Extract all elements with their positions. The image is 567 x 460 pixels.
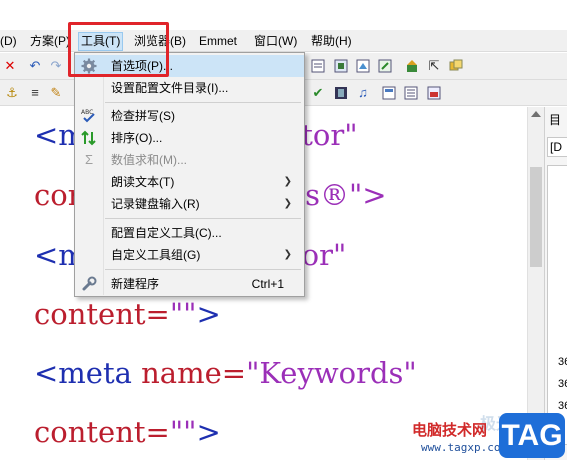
side-panel: 目 [D 36 36 36 — [544, 107, 567, 460]
menu-item-read-aloud[interactable]: 朗读文本(T) ❯ — [75, 171, 304, 193]
menu-item-tools[interactable]: 工具(T) — [78, 32, 124, 51]
check-icon[interactable]: ✔ — [310, 85, 326, 101]
watermark-site-name: 电脑技术网 — [412, 421, 488, 439]
toolbar-icon-4[interactable] — [377, 58, 393, 74]
submenu-arrow-icon: ❯ — [283, 198, 292, 209]
menu-item-help[interactable]: 帮助(H) — [311, 33, 352, 50]
menu-item-window[interactable]: 窗口(W) — [254, 33, 297, 50]
scrollbar-thumb[interactable] — [530, 167, 542, 267]
menu-item-browser[interactable]: 浏览器(B) — [134, 33, 186, 50]
menu-separator — [105, 269, 301, 270]
toolbar-icon-1[interactable] — [310, 58, 326, 74]
title-bar-area — [0, 0, 567, 28]
menu-item-tool-groups[interactable]: 自定义工具组(G) ❯ — [75, 244, 304, 266]
menu-separator — [105, 102, 301, 103]
menu-item-sum[interactable]: Σ 数值求和(M)... — [75, 149, 304, 171]
side-panel-path[interactable]: [D — [547, 137, 567, 157]
align-icon[interactable]: ≡ — [27, 85, 43, 101]
toolbar-icon-9[interactable] — [426, 85, 442, 101]
menu-separator — [105, 218, 301, 219]
anchor-icon[interactable]: ⚓ — [4, 85, 20, 101]
toolbar-icon-7[interactable] — [381, 85, 397, 101]
menu-item-record-keys[interactable]: 记录键盘输入(R) ❯ — [75, 193, 304, 215]
code-line-6: content=""> — [34, 415, 221, 449]
toolbar-icon-2[interactable] — [333, 58, 349, 74]
menu-item-scheme[interactable]: 方案(P) — [30, 33, 70, 50]
toolbar-icon-3[interactable] — [355, 58, 371, 74]
watermark: 极光下载站 电脑技术网 www.tagxp.com TAG — [412, 410, 567, 460]
shortcut-label: Ctrl+1 — [251, 277, 284, 291]
menu-item-configure-tools[interactable]: 配置自定义工具(C)... — [75, 222, 304, 244]
code-line-5: <meta name="Keywords" — [34, 356, 417, 390]
menu-item-spellcheck[interactable]: ABC 检查拼写(S) — [75, 105, 304, 127]
redo-icon[interactable]: ↷ — [48, 58, 64, 74]
menu-item-d[interactable]: (D) — [0, 33, 17, 50]
undo-icon[interactable]: ↶ — [27, 58, 43, 74]
sort-icon — [81, 130, 97, 146]
watermark-url: www.tagxp.com — [421, 441, 508, 454]
sum-icon: Σ — [84, 152, 94, 167]
code-line-4: content=""> — [34, 297, 221, 331]
toolbar-icon-6[interactable] — [448, 58, 464, 74]
editor-scrollbar[interactable] — [527, 107, 544, 460]
wrench-icon — [81, 276, 97, 292]
svg-text:ABC: ABC — [81, 109, 93, 116]
list-item[interactable]: 36 — [558, 356, 567, 368]
menu-bar: (D) 方案(P) 工具(T) 浏览器(B) Emmet 窗口(W) 帮助(H) — [0, 30, 567, 52]
spellcheck-icon: ABC — [81, 108, 97, 124]
cursor-help-icon[interactable]: ⇱ — [426, 58, 442, 74]
music-icon[interactable]: ♫ — [355, 85, 371, 101]
submenu-arrow-icon: ❯ — [283, 249, 292, 260]
side-panel-tab[interactable]: 目 — [549, 111, 561, 128]
scroll-up-icon[interactable] — [531, 111, 541, 117]
tools-menu-dropdown: 首选项(P)... 设置配置文件目录(I)... ABC 检查拼写(S) 排序(… — [74, 52, 305, 297]
menu-item-new-program[interactable]: 新建程序 Ctrl+1 — [75, 273, 304, 295]
menu-item-config-dir[interactable]: 设置配置文件目录(I)... — [75, 77, 304, 99]
close-icon[interactable]: ✕ — [2, 58, 18, 74]
menu-item-sort[interactable]: 排序(O)... — [75, 127, 304, 149]
toolbar-icon-5[interactable] — [404, 58, 420, 74]
gear-icon — [81, 58, 97, 74]
watermark-tag-badge: TAG — [499, 413, 565, 458]
film-icon[interactable] — [333, 85, 349, 101]
submenu-arrow-icon: ❯ — [283, 176, 292, 187]
side-panel-list: 36 36 36 — [547, 165, 567, 445]
pencil-icon[interactable]: ✎ — [48, 85, 64, 101]
toolbar-icon-8[interactable] — [403, 85, 419, 101]
menu-item-emmet[interactable]: Emmet — [199, 33, 237, 50]
list-item[interactable]: 36 — [558, 378, 567, 390]
menu-item-preferences[interactable]: 首选项(P)... — [75, 55, 304, 77]
